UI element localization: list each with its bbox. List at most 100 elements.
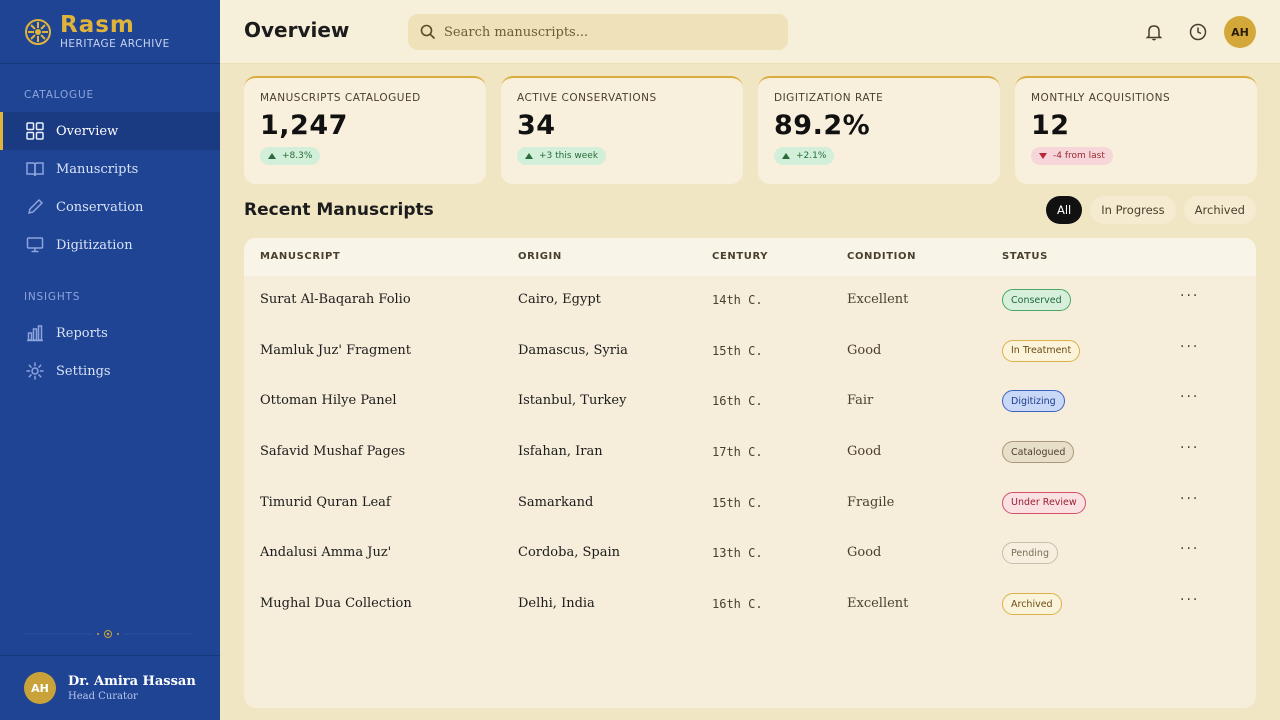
search-bar[interactable] (408, 14, 788, 50)
row-more-button[interactable]: ··· (1180, 440, 1199, 456)
stat-label: DIGITIZATION RATE (774, 92, 884, 104)
column-header-origin[interactable]: ORIGIN (518, 251, 562, 262)
stat-delta: +3 this week (539, 151, 599, 161)
cell-condition: Good (847, 444, 882, 460)
trend-up-icon (268, 153, 276, 159)
page-title: Overview (244, 18, 350, 42)
cell-condition: Good (847, 342, 882, 358)
nav-insights: Reports Settings (0, 314, 220, 390)
notifications-button[interactable] (1143, 21, 1165, 43)
row-more-button[interactable]: ··· (1180, 592, 1199, 608)
sidebar-item-conservation[interactable]: Conservation (0, 188, 220, 226)
column-header-century[interactable]: CENTURY (712, 251, 768, 262)
book-icon (26, 160, 44, 178)
stat-card-digitization: DIGITIZATION RATE 89.2% +2.1% (758, 76, 1000, 184)
table-header: MANUSCRIPT ORIGIN CENTURY CONDITION STAT… (244, 238, 1256, 276)
table-row[interactable]: Ottoman Hilye Panel Istanbul, Turkey 16th … (244, 377, 1256, 428)
status-badge: Archived (1002, 593, 1062, 616)
status-badge: Pending (1002, 542, 1058, 565)
column-header-condition[interactable]: CONDITION (847, 251, 916, 262)
cell-condition: Good (847, 545, 882, 561)
stat-label: MONTHLY ACQUISITIONS (1031, 92, 1171, 104)
row-more-button[interactable]: ··· (1180, 491, 1199, 507)
cell-manuscript: Mamluk Juz' Fragment (260, 342, 411, 358)
section-title: Recent Manuscripts (244, 200, 434, 220)
sidebar-item-overview[interactable]: Overview (0, 112, 220, 150)
brand-name: Rasm (60, 12, 135, 38)
cell-origin: Cordoba, Spain (518, 545, 620, 561)
history-button[interactable] (1187, 21, 1209, 43)
cell-condition: Fragile (847, 494, 895, 510)
trend-up-icon (782, 153, 790, 159)
cell-manuscript: Ottoman Hilye Panel (260, 393, 397, 409)
clock-icon (1189, 23, 1207, 41)
table-row[interactable]: Mughal Dua Collection Delhi, India 16th C.… (244, 580, 1256, 631)
table-row[interactable]: Safavid Mushaf Pages Isfahan, Iran 17th C.… (244, 428, 1256, 479)
stat-value: 34 (517, 110, 556, 141)
cell-origin: Cairo, Egypt (518, 292, 601, 307)
grid-icon (26, 122, 44, 140)
monitor-icon (26, 236, 44, 254)
bell-icon (1145, 25, 1163, 41)
cell-origin: Delhi, India (518, 596, 595, 612)
cell-origin: Istanbul, Turkey (518, 393, 627, 409)
row-more-button[interactable]: ··· (1180, 541, 1199, 557)
status-badge: Digitizing (1002, 390, 1065, 413)
bar-chart-icon (26, 324, 44, 342)
cell-century: 14th C. (712, 293, 763, 307)
stat-delta-badge: +8.3% (260, 147, 321, 165)
column-header-manuscript[interactable]: MANUSCRIPT (260, 251, 340, 262)
stat-card-conservations: ACTIVE CONSERVATIONS 34 +3 this week (501, 76, 743, 184)
cell-condition: Fair (847, 393, 874, 409)
status-badge: Under Review (1002, 491, 1086, 514)
sidebar-item-label: Digitization (56, 237, 133, 253)
ornament-divider (24, 630, 192, 638)
filter-all[interactable]: All (1045, 196, 1083, 224)
cell-origin: Damascus, Syria (518, 342, 628, 358)
rosette-logo-icon (25, 18, 51, 45)
sidebar-item-settings[interactable]: Settings (0, 352, 220, 390)
header-avatar[interactable]: AH (1224, 16, 1256, 48)
stat-value: 12 (1031, 110, 1070, 141)
gear-icon (26, 362, 44, 380)
cell-manuscript: Surat Al-Baqarah Folio (260, 292, 411, 307)
filter-in-progress[interactable]: In Progress (1090, 196, 1176, 224)
sidebar-item-digitization[interactable]: Digitization (0, 226, 220, 264)
cell-origin: Isfahan, Iran (518, 444, 603, 460)
row-more-button[interactable]: ··· (1180, 288, 1199, 304)
sidebar-item-label: Overview (56, 123, 119, 139)
table-row[interactable]: Surat Al-Baqarah Folio Cairo, Egypt 14th C… (244, 276, 1256, 327)
cell-condition: Excellent (847, 596, 909, 612)
stat-delta-badge: +2.1% (774, 147, 835, 165)
sidebar-item-label: Reports (56, 325, 108, 341)
status-badge: In Treatment (1002, 339, 1081, 362)
sidebar-item-reports[interactable]: Reports (0, 314, 220, 352)
cell-manuscript: Mughal Dua Collection (260, 596, 412, 612)
table-row[interactable]: Mamluk Juz' Fragment Damascus, Syria 15th … (244, 327, 1256, 378)
search-input[interactable] (444, 24, 764, 40)
avatar: AH (24, 672, 56, 704)
search-icon (420, 24, 436, 40)
stat-delta-badge: +3 this week (517, 147, 607, 165)
pen-icon (26, 198, 44, 216)
cell-century: 16th C. (712, 597, 763, 612)
sidebar-item-manuscripts[interactable]: Manuscripts (0, 150, 220, 188)
cell-condition: Excellent (847, 292, 909, 307)
table-row[interactable]: Andalusi Amma Juz' Cordoba, Spain 13th C. G… (244, 529, 1256, 580)
filter-archived[interactable]: Archived (1183, 196, 1256, 224)
row-more-button[interactable]: ··· (1180, 389, 1199, 405)
nav-catalogue: Overview Manuscripts Conservation Digiti… (0, 112, 220, 264)
brand[interactable]: Rasm HERITAGE ARCHIVE (0, 0, 220, 64)
row-more-button[interactable]: ··· (1180, 339, 1199, 355)
stat-delta: +8.3% (282, 151, 313, 161)
stat-label: MANUSCRIPTS CATALOGUED (260, 92, 421, 104)
manuscripts-table: MANUSCRIPT ORIGIN CENTURY CONDITION STAT… (244, 238, 1256, 708)
column-header-status[interactable]: STATUS (1002, 251, 1048, 262)
user-profile[interactable]: AH Dr. Amira Hassan Head Curator (0, 655, 220, 720)
top-header: Overview AH (220, 0, 1280, 64)
table-row[interactable]: Timurid Quran Leaf Samarkand 15th C. Fragil… (244, 479, 1256, 530)
cell-century: 15th C. (712, 343, 763, 358)
cell-century: 17th C. (712, 445, 763, 460)
filter-group: All In Progress Archived (1045, 196, 1256, 224)
sidebar: Rasm HERITAGE ARCHIVE CATALOGUE Overview… (0, 0, 220, 720)
